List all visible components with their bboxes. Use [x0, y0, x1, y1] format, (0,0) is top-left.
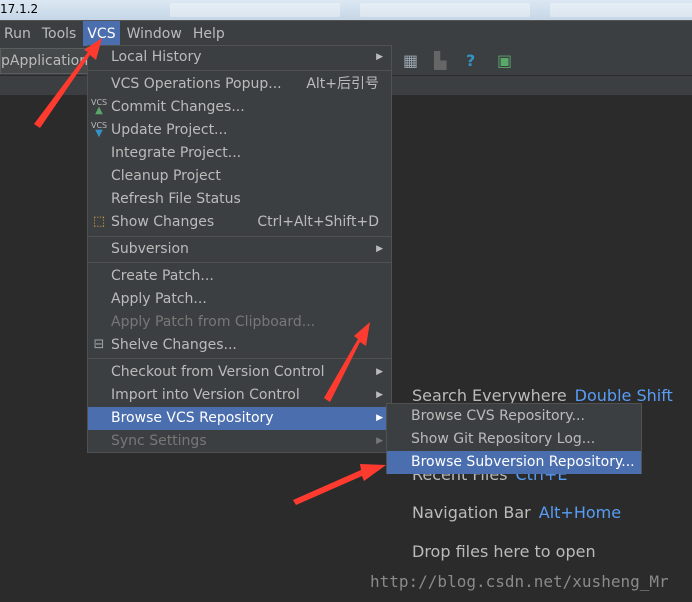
watermark: http://blog.csdn.net/xusheng_Mr [370, 572, 669, 591]
red-arrow-subversion [293, 464, 386, 505]
annotation-arrows [34, 38, 386, 505]
red-arrow-vcs [34, 38, 102, 128]
red-arrow-browse [324, 322, 370, 402]
